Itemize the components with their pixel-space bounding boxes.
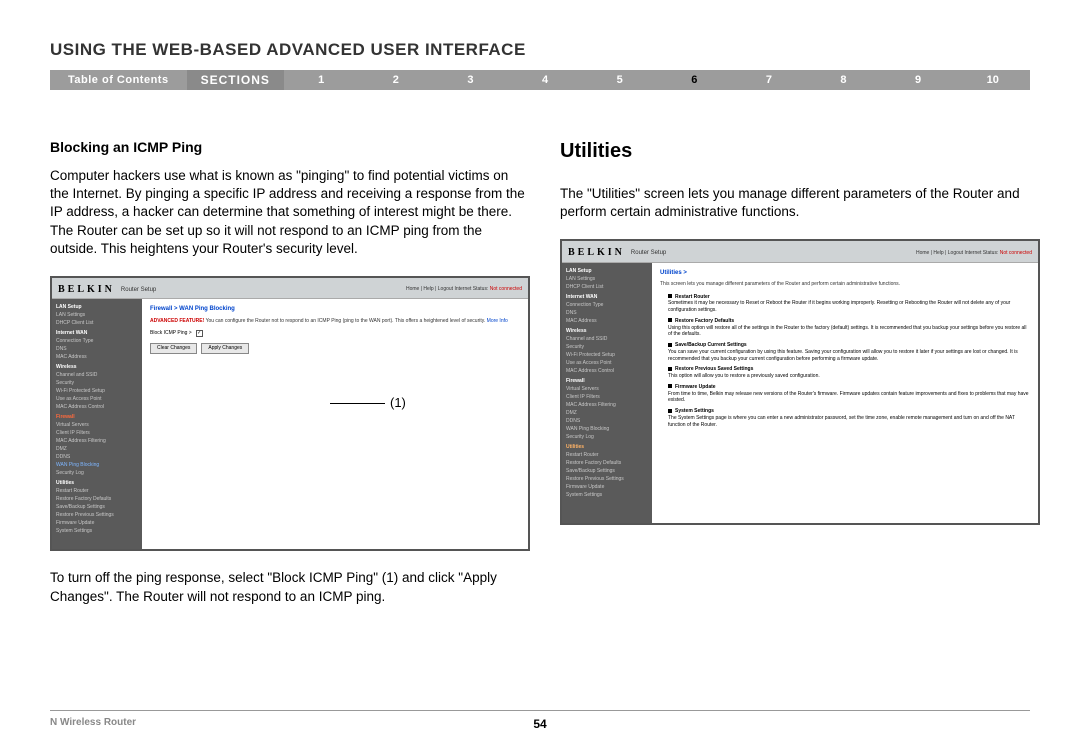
breadcrumb-2[interactable]: Utilities > xyxy=(660,269,1030,277)
annotation-label-1: (1) xyxy=(390,394,406,412)
left-column: Blocking an ICMP Ping Computer hackers u… xyxy=(50,138,530,620)
feature-description: ADVANCED FEATURE! You can configure the … xyxy=(150,318,520,325)
router-setup-label: Router Setup xyxy=(121,286,156,294)
right-para-1: The "Utilities" screen lets you manage d… xyxy=(560,185,1040,221)
apply-changes-button[interactable]: Apply Changes xyxy=(201,343,249,354)
screenshot-utilities: BELKIN Router Setup Home | Help | Logout… xyxy=(560,239,1040,525)
feature-desc-text: You can configure the Router not to resp… xyxy=(204,318,486,324)
nav-section-4[interactable]: 4 xyxy=(508,74,583,86)
annotation-line xyxy=(330,403,385,404)
top-links-2: Home | Help | Logout Internet Status: No… xyxy=(916,250,1032,257)
belkin-logo-2: BELKIN xyxy=(568,246,625,260)
nav-section-8[interactable]: 8 xyxy=(806,74,881,86)
belkin-logo: BELKIN xyxy=(58,283,115,297)
clear-changes-button[interactable]: Clear Changes xyxy=(150,343,197,354)
page-footer: N Wireless Router 54 xyxy=(50,710,1030,728)
main-panel-1: Firewall > WAN Ping Blocking ADVANCED FE… xyxy=(142,299,528,549)
left-para-2: To turn off the ping response, select "B… xyxy=(50,569,530,605)
router-setup-label-2: Router Setup xyxy=(631,249,666,257)
advanced-feature-label: ADVANCED FEATURE! xyxy=(150,318,204,324)
nav-sections-label: SECTIONS xyxy=(187,70,284,90)
page-number: 54 xyxy=(533,717,546,731)
right-column: Utilities The "Utilities" screen lets yo… xyxy=(560,138,1040,620)
nav-section-5[interactable]: 5 xyxy=(582,74,657,86)
left-heading: Blocking an ICMP Ping xyxy=(50,138,530,157)
page-title: USING THE WEB-BASED ADVANCED USER INTERF… xyxy=(50,40,1030,60)
nav-section-1[interactable]: 1 xyxy=(284,74,359,86)
nav-section-10[interactable]: 10 xyxy=(955,74,1030,86)
top-links-text-2[interactable]: Home | Help | Logout Internet Status: xyxy=(916,250,998,256)
footer-product-name: N Wireless Router xyxy=(50,717,136,728)
top-links: Home | Help | Logout Internet Status: No… xyxy=(406,286,522,293)
utilities-list: Restart RouterSometimes it may be necess… xyxy=(660,294,1030,429)
top-links-text[interactable]: Home | Help | Logout Internet Status: xyxy=(406,286,488,292)
sidebar-1[interactable]: LAN SetupLAN SettingsDHCP Client ListInt… xyxy=(52,299,142,549)
internet-status: Not connected xyxy=(490,286,522,292)
left-para-1: Computer hackers use what is known as "p… xyxy=(50,167,530,258)
main-panel-2: Utilities > This screen lets you manage … xyxy=(652,263,1038,523)
nav-section-6[interactable]: 6 xyxy=(657,74,732,86)
internet-status-2: Not connected xyxy=(1000,250,1032,256)
nav-section-9[interactable]: 9 xyxy=(881,74,956,86)
nav-section-7[interactable]: 7 xyxy=(732,74,807,86)
block-icmp-ping-checkbox[interactable]: ✓ xyxy=(196,330,203,337)
screenshot-wan-ping-blocking: BELKIN Router Setup Home | Help | Logout… xyxy=(50,276,530,552)
section-nav-bar: Table of Contents SECTIONS 1 2 3 4 5 6 7… xyxy=(50,70,1030,90)
nav-table-of-contents[interactable]: Table of Contents xyxy=(50,74,187,86)
more-info-link[interactable]: More Info xyxy=(487,318,508,324)
right-heading: Utilities xyxy=(560,138,1040,165)
breadcrumb-1[interactable]: Firewall > WAN Ping Blocking xyxy=(150,305,520,313)
utilities-desc: This screen lets you manage different pa… xyxy=(660,281,1030,288)
nav-section-3[interactable]: 3 xyxy=(433,74,508,86)
nav-section-2[interactable]: 2 xyxy=(359,74,434,86)
sidebar-2[interactable]: LAN SetupLAN SettingsDHCP Client ListInt… xyxy=(562,263,652,523)
block-icmp-ping-label: Block ICMP Ping > xyxy=(150,330,192,337)
